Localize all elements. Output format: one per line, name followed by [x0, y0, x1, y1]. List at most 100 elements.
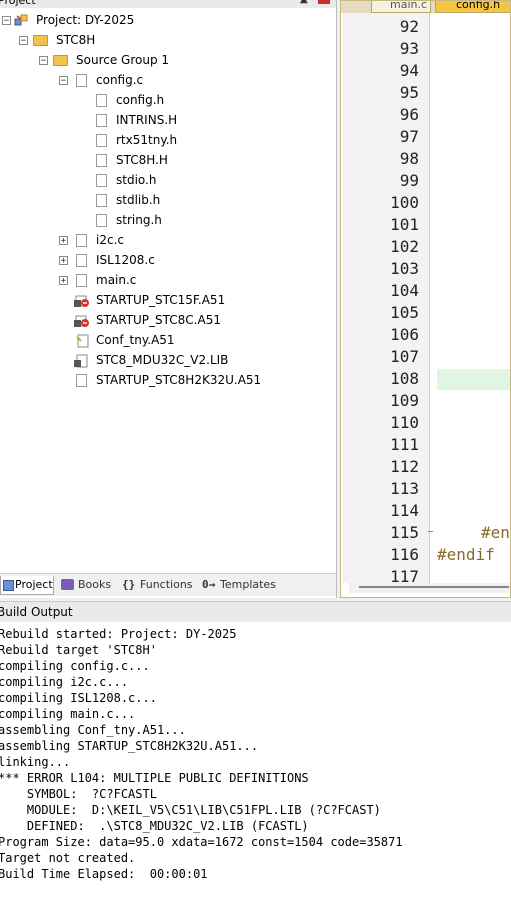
close-icon[interactable]: ✕ — [318, 0, 330, 4]
tab-label: main.c — [390, 0, 428, 11]
header-file-icon — [96, 194, 107, 207]
tree-item-label: STC8H — [56, 33, 96, 47]
tree-item-include[interactable]: rtx51tny.h — [0, 130, 330, 150]
tree-item-target[interactable]: − STC8H — [0, 30, 330, 50]
tab-project[interactable]: Project — [0, 576, 54, 595]
header-file-icon — [96, 154, 107, 167]
tree-item-label: STC8_MDU32C_V2.LIB — [96, 353, 229, 367]
line-number: 103 — [390, 259, 419, 278]
expand-icon[interactable]: + — [59, 256, 68, 266]
project-tab-icon — [3, 580, 14, 591]
functions-icon: {} — [122, 578, 136, 591]
expand-icon[interactable]: + — [59, 276, 68, 286]
tree-item-project-root[interactable]: − Project: DY-2025 — [0, 10, 330, 30]
tree-item-include[interactable]: stdlib.h — [0, 190, 330, 210]
collapse-icon[interactable]: − — [39, 56, 48, 66]
collapse-icon[interactable]: − — [2, 16, 11, 26]
tree-item-include[interactable]: STC8H.H — [0, 150, 330, 170]
project-pane-title-bar: Project ▲ ✕ — [0, 0, 336, 8]
line-number: 115 — [390, 523, 419, 542]
output-line: DEFINED: .\STC8_MDU32C_V2.LIB (FCASTL) — [0, 819, 309, 833]
code-editor[interactable]: main.c config.h 92 93 94 95 96 97 98 99 … — [340, 0, 511, 598]
line-number: 108 — [390, 369, 419, 388]
project-icon — [14, 13, 29, 27]
collapse-icon[interactable]: − — [59, 76, 68, 86]
output-line: compiling main.c... — [0, 707, 136, 721]
scrollbar-thumb[interactable] — [359, 586, 509, 588]
header-file-icon — [96, 94, 107, 107]
output-line: Build Time Elapsed: 00:00:01 — [0, 867, 208, 881]
build-output-panel[interactable]: Rebuild started: Project: DY-2025 Rebuil… — [0, 622, 511, 913]
output-line: assembling Conf_tny.A51... — [0, 723, 186, 737]
tree-item-label: STARTUP_STC8H2K32U.A51 — [96, 373, 262, 387]
tree-item-label: stdio.h — [116, 173, 157, 187]
tree-item-include[interactable]: config.h — [0, 90, 330, 110]
tree-item-config-c[interactable]: − config.c — [0, 70, 330, 90]
tree-item-startup-stc15f[interactable]: STARTUP_STC15F.A51 — [0, 290, 330, 310]
tab-label: Project — [15, 578, 53, 591]
editor-tab-config-h[interactable]: config.h — [435, 1, 510, 13]
tree-item-source-file[interactable]: + ISL1208.c — [0, 250, 330, 270]
tab-functions[interactable]: {} Functions — [118, 576, 194, 594]
line-number: 98 — [399, 149, 419, 168]
file-icon — [76, 254, 87, 267]
output-line: compiling ISL1208.c... — [0, 691, 157, 705]
tree-item-include[interactable]: INTRINS.H — [0, 110, 330, 130]
tree-item-source-file[interactable]: + main.c — [0, 270, 330, 290]
output-line: MODULE: D:\KEIL_V5\C51\LIB\C51FPL.LIB (?… — [0, 803, 381, 817]
tree-item-label: rtx51tny.h — [116, 133, 178, 147]
tree-item-label: Project: DY-2025 — [36, 13, 135, 27]
target-folder-icon — [33, 35, 48, 46]
tab-templates[interactable]: 0→ Templates — [198, 576, 278, 594]
tree-item-include[interactable]: string.h — [0, 210, 330, 230]
header-file-icon — [96, 174, 107, 187]
file-icon — [76, 274, 87, 287]
tree-item-source-file[interactable]: + i2c.c — [0, 230, 330, 250]
tab-books[interactable]: Books — [60, 576, 112, 594]
tree-item-include[interactable]: stdio.h — [0, 170, 330, 190]
output-line: assembling STARTUP_STC8H2K32U.A51... — [0, 739, 259, 753]
tree-item-startup-stc8h[interactable]: STARTUP_STC8H2K32U.A51 — [0, 370, 330, 390]
line-number: 96 — [399, 105, 419, 124]
output-line: compiling i2c.c... — [0, 675, 129, 689]
tree-item-label: STC8H.H — [116, 153, 168, 167]
output-line: SYMBOL: ?C?FCASTL — [0, 787, 157, 801]
line-number: 107 — [390, 347, 419, 366]
fold-marker[interactable] — [428, 531, 433, 532]
tree-item-lib[interactable]: STC8_MDU32C_V2.LIB — [0, 350, 330, 370]
tree-item-conf-tny[interactable]: Conf_tny.A51 — [0, 330, 330, 350]
tab-label: Functions — [140, 578, 193, 591]
templates-icon: 0→ — [202, 578, 216, 591]
line-number: 104 — [390, 281, 419, 300]
code-line-116: #endif — [437, 545, 495, 564]
build-output-title: Build Output — [0, 605, 73, 619]
editor-tab-main-c[interactable]: main.c — [371, 0, 431, 13]
tree-item-startup-stc8c[interactable]: STARTUP_STC8C.A51 — [0, 310, 330, 330]
tree-item-label: i2c.c — [96, 233, 124, 247]
code-line-115: #en — [481, 523, 510, 542]
tree-item-label: STARTUP_STC15F.A51 — [96, 293, 226, 307]
pin-icon[interactable]: ▲ — [300, 0, 308, 6]
excluded-asm-file-icon — [74, 294, 89, 307]
output-line-error: *** ERROR L104: MULTIPLE PUBLIC DEFINITI… — [0, 771, 309, 785]
tree-item-source-group[interactable]: − Source Group 1 — [0, 50, 330, 70]
folder-icon — [53, 55, 68, 66]
horizontal-scrollbar[interactable] — [349, 583, 510, 593]
tree-item-label: INTRINS.H — [116, 113, 178, 127]
file-icon — [76, 74, 87, 87]
output-line: Rebuild started: Project: DY-2025 — [0, 627, 237, 641]
line-number: 92 — [399, 17, 419, 36]
line-number: 101 — [390, 215, 419, 234]
tree-item-label: Source Group 1 — [76, 53, 170, 67]
line-number: 93 — [399, 39, 419, 58]
header-file-icon — [96, 114, 107, 127]
tree-item-label: config.c — [96, 73, 144, 87]
line-number: 100 — [390, 193, 419, 212]
line-number: 95 — [399, 83, 419, 102]
tree-item-label: string.h — [116, 213, 162, 227]
excluded-asm-file-icon — [74, 314, 89, 327]
collapse-icon[interactable]: − — [19, 36, 28, 46]
expand-icon[interactable]: + — [59, 236, 68, 246]
line-number: 94 — [399, 61, 419, 80]
file-icon — [76, 234, 87, 247]
